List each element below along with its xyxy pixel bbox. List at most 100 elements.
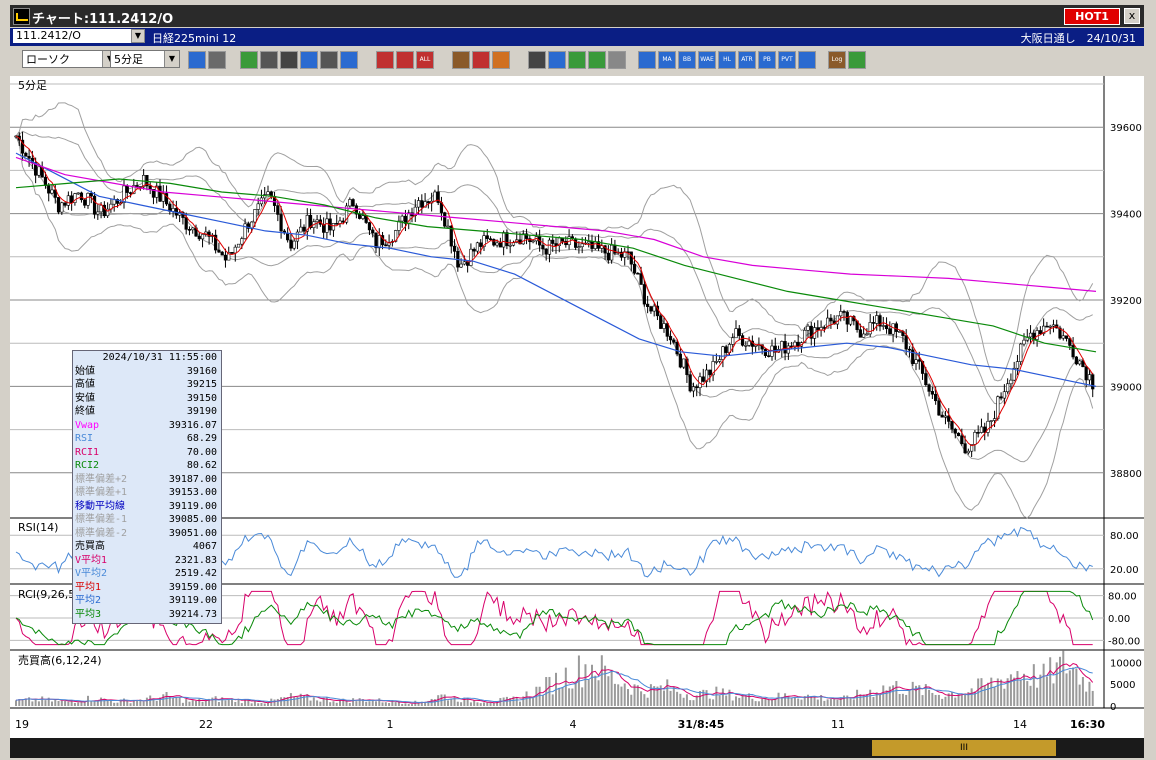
print-icon[interactable]: [320, 51, 338, 69]
lock-icon[interactable]: [608, 51, 626, 69]
candle-body: [610, 244, 614, 261]
volume-bar: [450, 698, 453, 706]
data-window-row: RCI1 70.00: [73, 446, 221, 460]
all-icon[interactable]: ALL: [416, 51, 434, 69]
candle-body: [217, 249, 221, 253]
hl-icon[interactable]: HL: [718, 51, 736, 69]
volume-bar: [623, 683, 626, 706]
candle-body: [848, 316, 853, 325]
title-bar[interactable]: チャート:111.2412/O HOT1 x: [10, 5, 1144, 27]
candle-body: [688, 374, 692, 392]
symbol-input[interactable]: 111.2412/O: [13, 29, 131, 43]
volume-bar: [473, 700, 476, 706]
candle-body: [374, 232, 378, 249]
pencil-icon[interactable]: [240, 51, 258, 69]
candle-body: [858, 329, 862, 338]
candle-body: [999, 396, 1003, 399]
candle-icon[interactable]: [528, 51, 546, 69]
cursor-icon[interactable]: [280, 51, 298, 69]
search-icon[interactable]: [548, 51, 566, 69]
average-icon[interactable]: [638, 51, 656, 69]
arrow-icon[interactable]: [300, 51, 318, 69]
volume-bar: [721, 688, 724, 706]
data-window-value: 2321.83: [174, 554, 217, 566]
close-icon[interactable]: x: [1124, 8, 1140, 24]
pvt-icon[interactable]: PVT: [778, 51, 796, 69]
data-window-row: 標準偏差+1 39153.00: [73, 486, 221, 500]
volume-bar: [483, 702, 485, 706]
palette-icon[interactable]: [492, 51, 510, 69]
text-icon[interactable]: [568, 51, 586, 69]
volume-bar: [21, 699, 24, 706]
candle-body: [289, 239, 293, 249]
candle-body: [158, 185, 162, 202]
volume-bar: [263, 703, 266, 706]
candle-body: [384, 244, 388, 247]
link-icon[interactable]: [260, 51, 278, 69]
volume-bar: [761, 698, 764, 706]
hot1-button[interactable]: HOT1: [1064, 8, 1120, 25]
compress-icon[interactable]: [376, 51, 394, 69]
chevron-down-icon[interactable]: ▼: [164, 51, 179, 67]
candle-body: [668, 336, 673, 341]
scale-icon[interactable]: [588, 51, 606, 69]
data-window-row: Vwap 39316.07: [73, 419, 221, 433]
zoom-icon[interactable]: [188, 51, 206, 69]
candle-body: [1035, 330, 1039, 340]
candle-body: [292, 240, 296, 249]
candle-body: [754, 344, 758, 347]
volume-bar: [643, 694, 646, 706]
price-tick-label: 39200: [1110, 296, 1142, 307]
price-tick-label: 39600: [1110, 123, 1142, 134]
window-icon[interactable]: [798, 51, 816, 69]
candle-body: [485, 235, 489, 239]
candle-body: [495, 242, 499, 246]
grid-icon[interactable]: [208, 51, 226, 69]
volume-bar: [77, 702, 80, 706]
volume-bar: [725, 695, 728, 706]
horizontal-scrollbar[interactable]: III: [10, 738, 1144, 758]
volume-bar: [561, 687, 564, 706]
chevron-down-icon[interactable]: ▼: [131, 29, 145, 43]
chart-type-select[interactable]: ローソク ▼: [22, 50, 118, 68]
volume-bar: [934, 694, 937, 706]
trash-icon[interactable]: [340, 51, 358, 69]
volume-bar: [1068, 670, 1071, 706]
candle-body: [701, 376, 705, 382]
data-window-value: 70.00: [186, 446, 217, 458]
data-window-label: RCI1: [75, 446, 100, 458]
candle-body: [1061, 335, 1065, 339]
timeframe-select[interactable]: 5分足 ▼: [110, 50, 180, 68]
volume-bar: [378, 698, 381, 706]
window-split-icon[interactable]: [848, 51, 866, 69]
ma-icon[interactable]: MA: [658, 51, 676, 69]
candle-body: [577, 246, 581, 249]
data-window-row: 移動平均線 39119.00: [73, 500, 221, 514]
candle-body: [446, 225, 450, 228]
data-window-value: 39119.00: [168, 500, 217, 512]
volume-bar: [1013, 677, 1016, 706]
bb-icon[interactable]: BB: [678, 51, 696, 69]
volume-bar: [100, 697, 103, 706]
scroll-thumb[interactable]: III: [872, 740, 1056, 756]
chart-area[interactable]: 5分足 RSI(14) RCI(9,26,52) 売買高(6,12,24) 39…: [10, 76, 1144, 738]
volume-bar: [191, 700, 194, 706]
atr-icon[interactable]: ATR: [738, 51, 756, 69]
expand-icon[interactable]: [396, 51, 414, 69]
volume-bar: [937, 694, 940, 706]
candle-body: [505, 232, 509, 246]
pbs-icon[interactable]: PB: [758, 51, 776, 69]
volume-bar: [162, 694, 165, 706]
volume-bar: [571, 688, 574, 706]
data-window-row: RSI 68.29: [73, 432, 221, 446]
log-icon[interactable]: Log: [828, 51, 846, 69]
volume-bar: [869, 689, 872, 706]
settings-icon[interactable]: [452, 51, 470, 69]
data-window-label: V平均2: [75, 568, 108, 579]
wave-icon[interactable]: WAE: [698, 51, 716, 69]
candle-body: [230, 252, 234, 254]
volume-bar: [280, 697, 283, 706]
window-title: チャート:111.2412/O: [32, 12, 174, 27]
brush-icon[interactable]: [472, 51, 490, 69]
candle-body: [639, 273, 643, 285]
